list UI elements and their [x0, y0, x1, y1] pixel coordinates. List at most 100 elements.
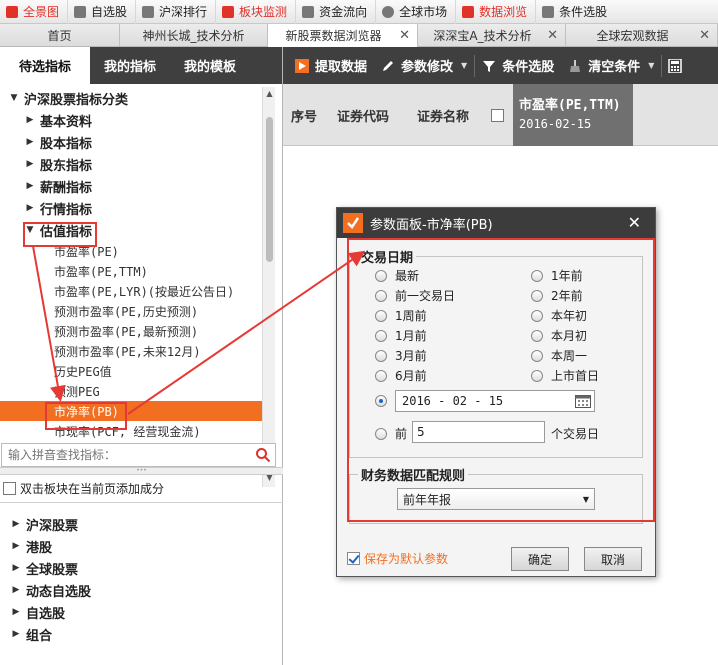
indicator-label: 历史PEG值: [54, 364, 112, 379]
indicator-label: 预测市盈率(PE,未来12月): [54, 344, 201, 359]
tab-candidate-indicators[interactable]: 待选指标: [0, 47, 90, 84]
param-edit-button[interactable]: 参数修改 ▼: [374, 47, 474, 84]
tab-label: 深深宝A_技术分析: [433, 28, 532, 43]
menu-label: 全球市场: [399, 5, 448, 19]
star-list-icon: [74, 5, 87, 18]
highlight-box-valuation: [23, 222, 97, 247]
chevron-right-icon: ▶: [12, 607, 20, 617]
tree-category[interactable]: ▶ 基本资料: [0, 109, 262, 131]
header-label: 证券名称: [417, 109, 470, 125]
chevron-right-icon: ▶: [12, 563, 20, 573]
tree-scrollbar[interactable]: ▲ ▼: [262, 87, 275, 487]
sector-group[interactable]: ▶ 沪深股票: [0, 513, 283, 535]
indicator-item[interactable]: 历史PEG值: [0, 361, 262, 381]
tree-category[interactable]: ▶ 行情指标: [0, 197, 262, 219]
indicator-item[interactable]: 预测市盈率(PE,未来12月): [0, 341, 262, 361]
menu-filter-stock[interactable]: 条件选股: [536, 0, 615, 24]
checkbox[interactable]: [3, 482, 16, 495]
indicator-tree: ▼ 沪深股票指标分类 ▶ 基本资料 ▶ 股本指标 ▶ 股东指标 ▶ 薪酬指标 ▶…: [0, 87, 262, 485]
indicator-item[interactable]: 市现率(PCF, 经营现金流): [0, 421, 262, 441]
calculator-icon: [668, 58, 683, 73]
menu-fund-flow[interactable]: 资金流向: [296, 0, 377, 24]
indicator-item[interactable]: 市盈率(PE,TTM): [0, 261, 262, 281]
sector-group[interactable]: ▶ 动态自选股: [0, 579, 283, 601]
indicator-panel: 待选指标 我的指标 我的模板 ▼ 沪深股票指标分类 ▶ 基本资料 ▶ 股本指标 …: [0, 47, 283, 665]
button-label: 取消: [600, 552, 625, 567]
menu-label: 资金流向: [319, 5, 368, 19]
checkbox[interactable]: [491, 108, 504, 122]
tab-tech-analysis-2[interactable]: 深深宝A_技术分析 ✕: [418, 24, 566, 46]
menu-panorama[interactable]: 全景图: [0, 0, 69, 24]
sector-group[interactable]: ▶ 组合: [0, 623, 283, 645]
checkbox[interactable]: [347, 552, 360, 565]
menu-ranking[interactable]: 沪深排行: [136, 0, 217, 24]
tab-label: 神州长城_技术分析: [142, 28, 245, 43]
indicator-search: [1, 443, 276, 467]
cancel-button[interactable]: 取消: [584, 547, 642, 571]
tab-macro-data[interactable]: 全球宏观数据 ✕: [566, 24, 718, 46]
close-icon[interactable]: ✕: [628, 213, 641, 232]
tab-home[interactable]: 首页: [0, 24, 120, 46]
menu-watchlist[interactable]: 自选股: [68, 0, 137, 24]
button-label: 确定: [527, 552, 552, 567]
sector-group[interactable]: ▶ 自选股: [0, 601, 283, 623]
filter-stock-button[interactable]: 条件选股: [475, 47, 561, 84]
menu-sector-monitor[interactable]: 板块监测: [216, 0, 297, 24]
chevron-right-icon: ▶: [26, 203, 34, 213]
tree-root[interactable]: ▼ 沪深股票指标分类: [0, 87, 262, 109]
column-header-code[interactable]: 证券代码: [337, 84, 389, 146]
tree-category[interactable]: ▶ 股本指标: [0, 131, 262, 153]
search-input[interactable]: [8, 448, 248, 462]
indicator-item[interactable]: 预测PEG: [0, 381, 262, 401]
tab-my-templates[interactable]: 我的模板: [170, 47, 250, 84]
group-label: 组合: [26, 628, 53, 644]
menu-label: 条件选股: [559, 5, 608, 19]
button-label: 条件选股: [502, 60, 555, 75]
data-toolbar: 提取数据 参数修改 ▼ 条件选股 清空条件 ▼: [283, 47, 718, 84]
add-constituents-option[interactable]: 双击板块在当前页添加成分: [3, 480, 164, 497]
calculator-button[interactable]: [662, 47, 688, 84]
save-default-option[interactable]: 保存为默认参数: [347, 550, 448, 567]
column-header-index[interactable]: 序号: [291, 84, 317, 146]
sector-group[interactable]: ▶ 全球股票: [0, 557, 283, 579]
menu-global-market[interactable]: 全球市场: [376, 0, 457, 24]
sector-group[interactable]: ▶ 港股: [0, 535, 283, 557]
column-header-pe-ttm[interactable]: 市盈率(PE,TTM) 2016-02-15: [513, 84, 633, 146]
tree-root-label: 沪深股票指标分类: [24, 92, 129, 108]
tab-my-indicators[interactable]: 我的指标: [90, 47, 170, 84]
tab-tech-analysis-1[interactable]: 神州长城_技术分析: [120, 24, 268, 46]
clear-conditions-button[interactable]: 清空条件 ▼: [561, 47, 661, 84]
tree-category[interactable]: ▶ 股东指标: [0, 153, 262, 175]
close-icon[interactable]: ✕: [699, 28, 710, 43]
close-icon[interactable]: ✕: [547, 28, 558, 43]
select-all-checkbox[interactable]: [491, 84, 508, 146]
tab-label: 首页: [47, 28, 72, 43]
save-default-label: 保存为默认参数: [364, 552, 449, 566]
chevron-down-icon: ▼: [461, 61, 468, 70]
scrollbar-thumb[interactable]: [266, 117, 273, 262]
indicator-label: 预测市盈率(PE,最新预测): [54, 324, 199, 339]
dialog-titlebar[interactable]: 参数面板-市净率(PB) ✕: [337, 208, 655, 238]
tree-category[interactable]: ▶ 薪酬指标: [0, 175, 262, 197]
menu-label: 自选股: [91, 5, 128, 19]
panel-splitter[interactable]: •••: [0, 467, 283, 475]
tab-stock-data-browser[interactable]: 新股票数据浏览器 ✕: [268, 24, 418, 47]
column-date: 2016-02-15: [519, 117, 592, 131]
ok-button[interactable]: 确定: [511, 547, 569, 571]
header-label: 证券代码: [337, 109, 390, 125]
indicator-item[interactable]: 预测市盈率(PE,历史预测): [0, 301, 262, 321]
indicator-item[interactable]: 预测市盈率(PE,最新预测): [0, 321, 262, 341]
indicator-label: 预测市盈率(PE,历史预测): [54, 304, 199, 319]
close-icon[interactable]: ✕: [399, 28, 410, 43]
chevron-right-icon: ▶: [26, 137, 34, 147]
menu-data-browse[interactable]: 数据浏览: [456, 0, 537, 24]
indicator-item-selected[interactable]: 市净率(PB): [0, 401, 262, 421]
fetch-data-button[interactable]: 提取数据: [283, 47, 374, 84]
grid-header: 序号 证券代码 证券名称 市盈率(PE,TTM) 2016-02-15: [283, 84, 718, 146]
scroll-up-icon[interactable]: ▲: [263, 89, 276, 101]
button-label: 提取数据: [315, 60, 368, 75]
search-icon[interactable]: [255, 447, 271, 463]
indicator-item[interactable]: 市盈率(PE,LYR)(按最近公告日): [0, 281, 262, 301]
column-header-name[interactable]: 证券名称: [417, 84, 469, 146]
chevron-right-icon: ▶: [12, 629, 20, 639]
